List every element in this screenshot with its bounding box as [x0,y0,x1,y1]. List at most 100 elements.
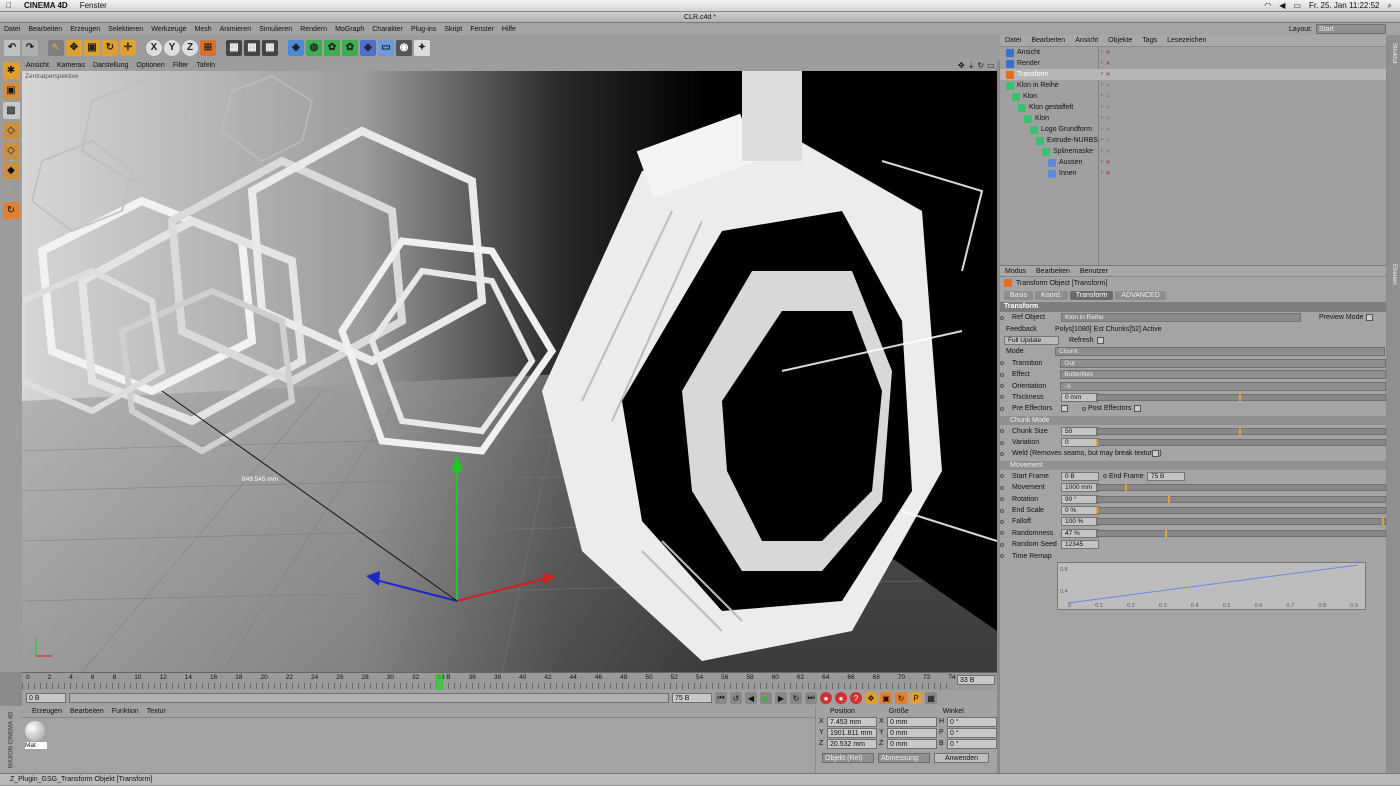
viewport-menu-item[interactable]: Tafeln [192,62,219,69]
menu-item[interactable]: Bearbeiten [24,26,66,33]
anim-dot-icon[interactable] [1000,315,1004,320]
enabled-check-icon[interactable]: ✕ [1106,49,1111,56]
position-field[interactable]: 7.453 mm [827,716,877,727]
viewport-menu-item[interactable]: Ansicht [22,62,53,69]
anim-dot-icon[interactable] [1000,406,1004,411]
object-row[interactable]: Splinemaske ● ✓ [1000,146,1386,157]
object-flags[interactable]: ● ✓ [1100,148,1111,155]
anim-dot-icon[interactable] [1000,508,1004,513]
chunk-size-slider-knob[interactable] [1239,427,1241,435]
mode-dropdown[interactable]: Chunk [1055,347,1385,357]
menu-item[interactable]: Hilfe [498,26,520,33]
attr-menu-item[interactable]: Bearbeiten [1031,268,1075,275]
falloff-slider[interactable] [1096,518,1386,526]
render-picture-icon[interactable]: ▦ [244,39,260,56]
apple-icon[interactable]:  [0,1,18,10]
attr-tab[interactable]: Transform [1069,291,1114,300]
enabled-check-icon[interactable]: ✓ [1106,82,1111,89]
rotation-field[interactable]: 90 ° [1061,494,1099,504]
randomness-slider[interactable] [1096,529,1386,537]
thickness-slider-knob[interactable] [1239,393,1241,401]
wifi-icon[interactable]: ◠ [1264,1,1271,10]
object-flags[interactable]: ● ✓ [1100,115,1111,122]
falloff-field[interactable]: 100 % [1061,517,1099,527]
object-row[interactable]: Extrude-NURBS ● ✓ [1000,135,1386,146]
weld-checkbox[interactable] [1152,450,1159,458]
enabled-check-icon[interactable]: ✓ [1106,126,1111,133]
right-side-tab[interactable]: Struktur [1389,39,1399,92]
anim-dot-icon[interactable] [1082,406,1086,411]
clock[interactable]: Fr. 25. Jan 11:22:52 [1309,1,1380,10]
time-remap-graph[interactable]: 0 0.1 0.2 0.3 0.4 0.5 0.6 0.7 0.8 0.9 0.8 0.4 [1057,561,1366,610]
viewport-menu-item[interactable]: Kameras [53,62,89,69]
next-key-icon[interactable]: ↻ [790,692,802,704]
spline-icon[interactable]: ◈ [360,39,376,56]
visibility-dot-icon[interactable]: ● [1100,60,1104,67]
enabled-check-icon[interactable]: ✓ [1106,137,1111,144]
range-slider[interactable] [69,693,669,703]
size-mode-dropdown[interactable]: Abmessung [878,753,930,763]
object-flags[interactable]: ● ✕ [1100,71,1111,78]
material-menu-item[interactable]: Erzeugen [32,708,62,715]
full-update-button[interactable]: Full Update [1004,335,1059,345]
object-row[interactable]: Transform ● ✕ [1000,69,1386,80]
position-field[interactable]: 20.532 mm [827,738,877,749]
y-axis-lock[interactable]: Y [164,39,180,56]
visibility-dot-icon[interactable]: ● [1100,49,1104,56]
movement-slider-knob[interactable] [1124,484,1127,492]
enabled-check-icon[interactable]: ✕ [1106,170,1111,177]
layout-dropdown[interactable]: Start [1316,24,1386,34]
playhead[interactable] [435,674,443,690]
anim-dot-icon[interactable] [1000,384,1004,389]
refresh-checkbox[interactable] [1096,336,1104,344]
object-flags[interactable]: ● ✓ [1100,104,1111,111]
object-row[interactable]: Logo Grundform ● ✓ [1000,124,1386,135]
visibility-dot-icon[interactable]: ● [1100,148,1104,155]
menu-item[interactable]: MoGraph [331,26,368,33]
deformer-icon[interactable]: ✿ [342,39,358,56]
material-menu-item[interactable]: Textur [147,708,166,715]
menu-item[interactable]: Selektieren [104,26,147,33]
menu-item[interactable]: Fenster [466,26,498,33]
object-menu-item[interactable]: Tags [1137,37,1162,44]
material-menu-item[interactable]: Funktion [112,708,139,715]
size-field[interactable]: 0 mm [887,716,937,727]
anim-dot-icon[interactable] [1000,372,1004,377]
snap-icon[interactable]: ↻ [2,202,20,219]
transition-dropdown[interactable]: Out [1060,358,1386,368]
attr-tab[interactable]: Basis [1004,291,1034,300]
next-frame-icon[interactable]: ▶ [775,692,787,704]
object-menu-item[interactable]: Lesezeichen [1162,37,1211,44]
size-field[interactable]: 0 mm [887,738,937,749]
prev-key-icon[interactable]: ↺ [730,692,742,704]
position-field[interactable]: 1901.811 mm [827,727,877,738]
start-frame-field[interactable]: 0 B [26,693,66,703]
attr-menu-item[interactable]: Modus [1000,268,1031,275]
object-row[interactable]: Klon ● ✓ [1000,91,1386,102]
object-row[interactable]: Klon ● ✓ [1000,113,1386,124]
record-icon[interactable]: ● [820,692,832,704]
menu-item[interactable]: Skript [440,26,466,33]
anim-dot-icon[interactable] [1000,554,1004,559]
movement-slider[interactable] [1096,484,1386,492]
make-editable-icon[interactable]: ✱ [2,62,20,79]
rotation-slider[interactable] [1096,495,1386,503]
end-frame-field[interactable]: 75 B [1147,471,1185,481]
object-menu-item[interactable]: Datei [1000,37,1026,44]
app-menu[interactable]: CINEMA 4D [18,1,74,10]
object-menu-item[interactable]: Objekte [1103,37,1137,44]
object-flags[interactable]: ● ✕ [1100,170,1111,177]
anim-dot-icon[interactable] [1000,395,1004,400]
end-frame-field[interactable]: 75 B [672,693,712,703]
array-icon[interactable]: ✿ [324,39,340,56]
current-frame-field[interactable]: 33 B [957,675,995,685]
chunk-mode-section[interactable]: Chunk Mode [1000,415,1386,425]
x-axis-lock[interactable]: X [146,39,162,56]
menu-item[interactable]: Simulieren [255,26,296,33]
polygons-mode-icon[interactable]: ◆ [2,162,20,179]
viewport-menu-item[interactable]: Optionen [132,62,168,69]
object-menu-item[interactable]: Ansicht [1070,37,1103,44]
nurbs-icon[interactable]: ◍ [306,39,322,56]
anim-dot-icon[interactable] [1000,542,1004,547]
anim-dot-icon[interactable] [1000,497,1004,502]
